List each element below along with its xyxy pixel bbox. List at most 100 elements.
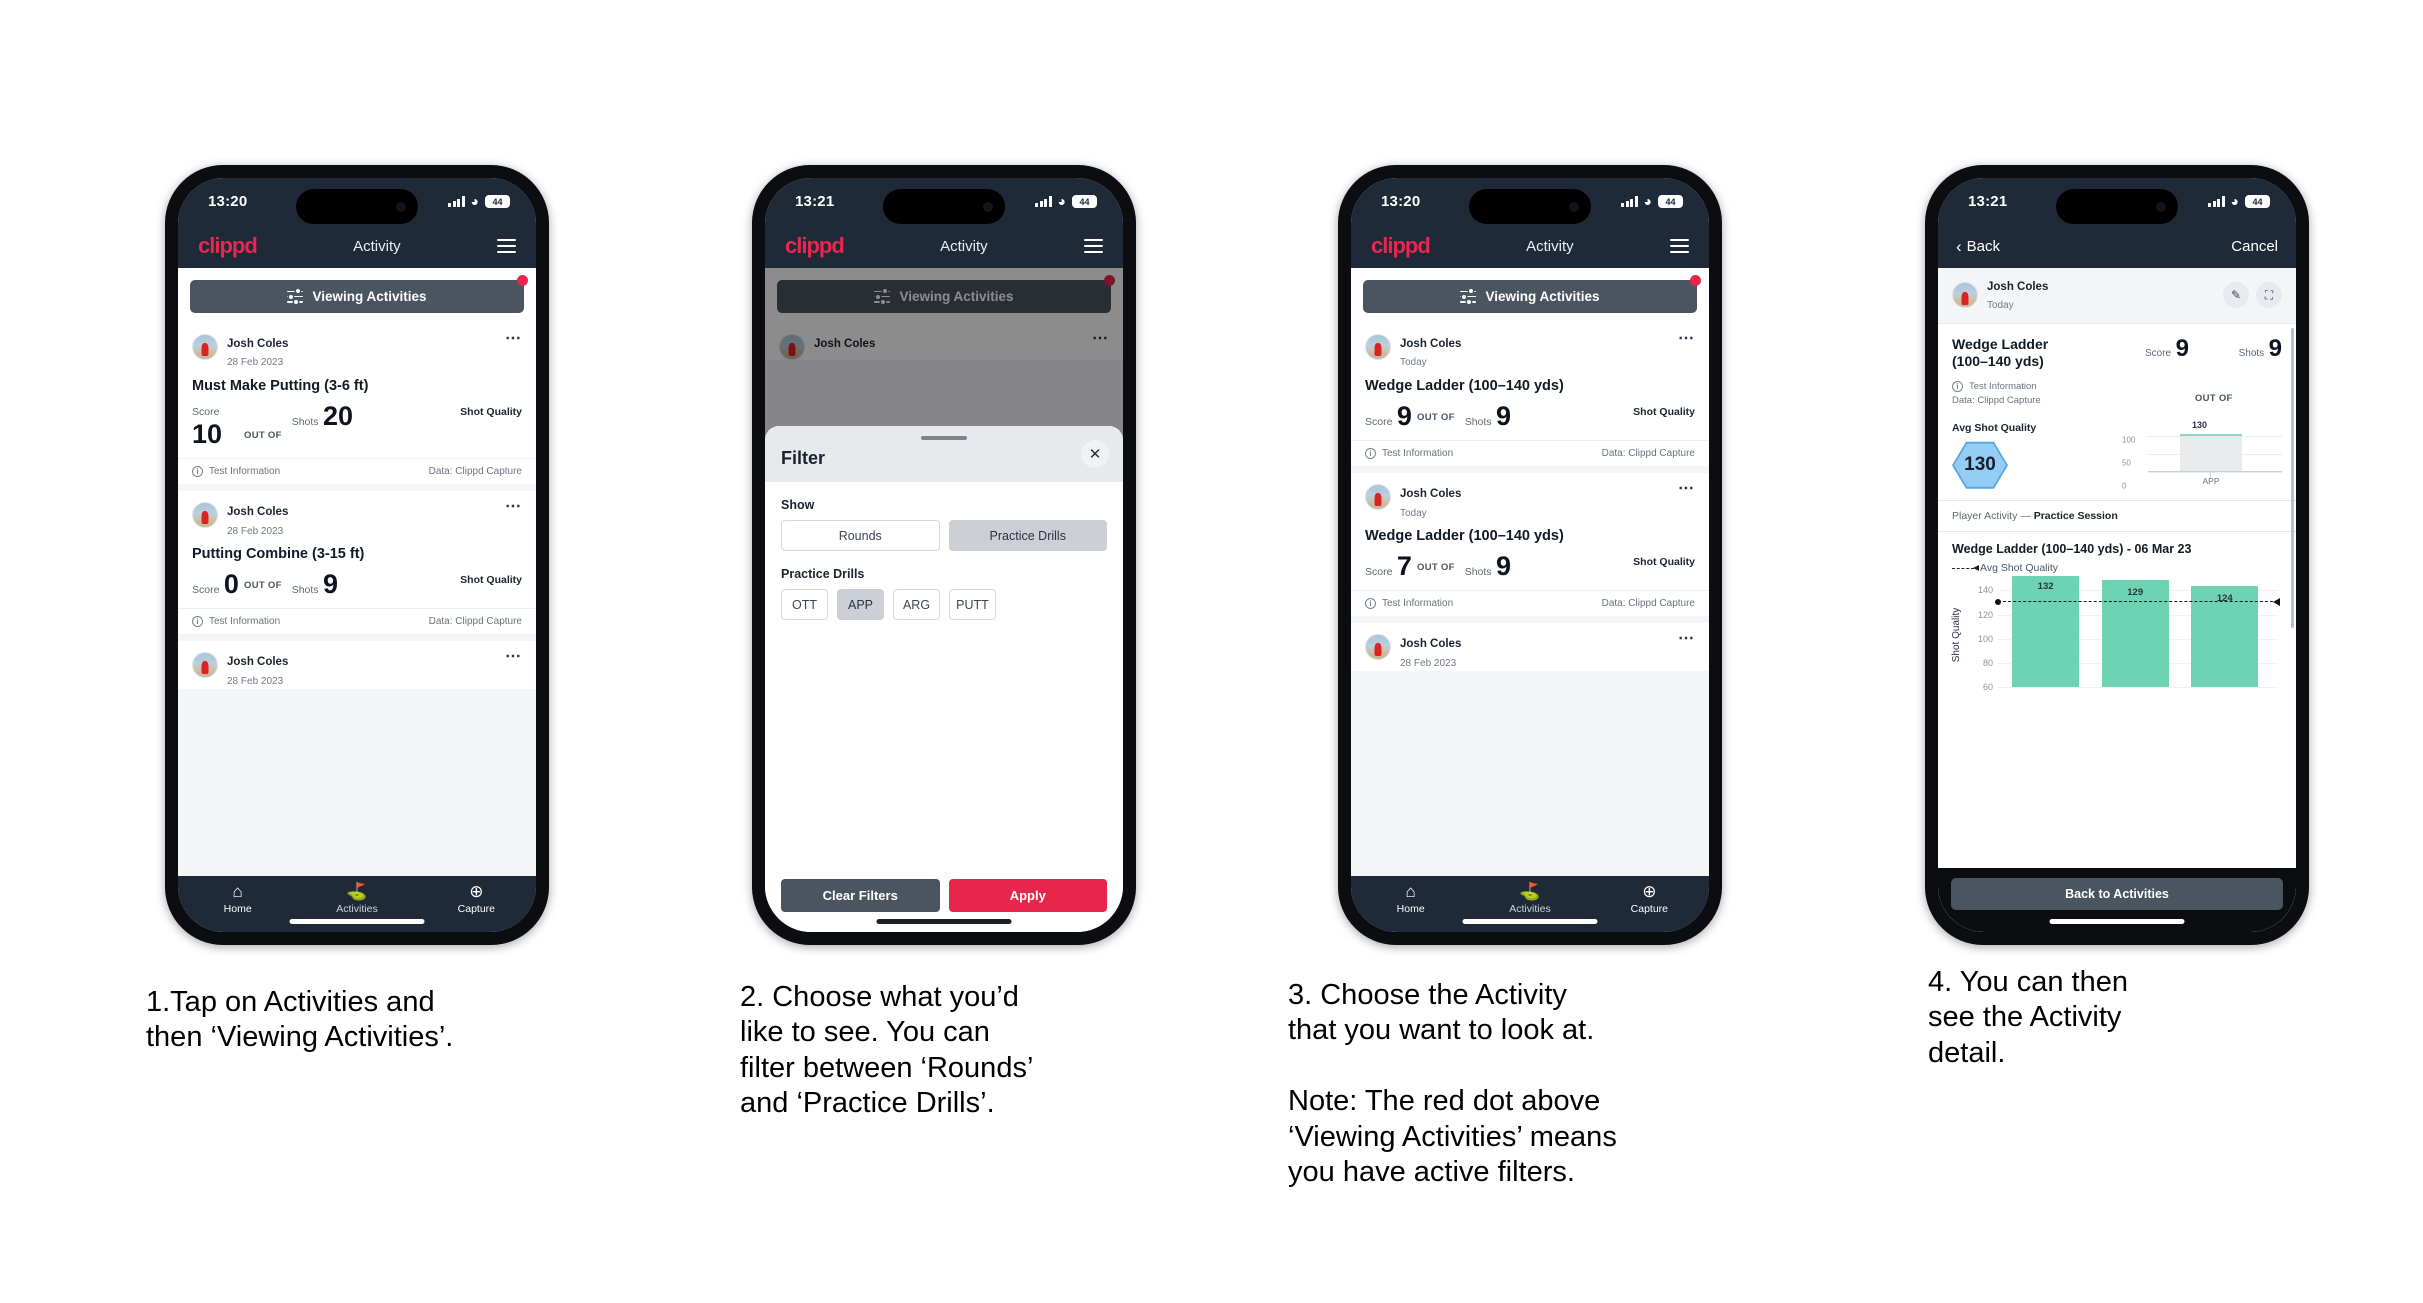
wifi-icon: ◕ (470, 193, 479, 209)
scrollbar[interactable] (2291, 328, 2294, 628)
golf-flag-icon: ⛳ (346, 882, 368, 901)
cellular-signal-icon (1035, 195, 1052, 207)
chart-legend: Avg Shot Quality (1952, 562, 2282, 574)
activity-card-partial[interactable]: Josh Coles 28 Feb 2023 ⋯ (1351, 623, 1709, 672)
section-strong: Practice Session (2033, 510, 2118, 523)
caption-step-2: 2. Choose what you’d like to see. You ca… (740, 981, 1034, 1120)
drag-handle[interactable] (921, 436, 967, 440)
shots-value: 9 (1496, 550, 1512, 581)
card-more-icon[interactable]: ⋯ (505, 499, 522, 514)
filter-bar-wrap: Viewing Activities (1351, 268, 1709, 323)
apply-button[interactable]: Apply (948, 879, 1107, 912)
filter-sheet-header: Filter ✕ (765, 426, 1123, 482)
home-icon: ⌂ (1405, 882, 1416, 901)
close-icon[interactable]: ✕ (1081, 440, 1109, 468)
filter-bar-label: Viewing Activities (312, 289, 427, 304)
chart-title: Wedge Ladder (100–140 yds) - 06 Mar 23 (1952, 542, 2192, 557)
card-more-icon[interactable]: ⋯ (505, 331, 522, 346)
hamburger-icon[interactable] (1083, 238, 1103, 254)
activity-card[interactable]: Josh Coles 28 Feb 2023 ⋯ Putting Combine… (178, 491, 536, 635)
app-header: clippd Activity (765, 224, 1123, 268)
filter-chip-arg[interactable]: ARG (893, 589, 940, 620)
activities-scroll[interactable]: Viewing Activities Josh Coles 28 Feb 202… (178, 268, 536, 876)
back-button[interactable]: ‹ Back (1956, 238, 2000, 255)
shots-label: Shots (291, 583, 319, 596)
clear-filters-button[interactable]: Clear Filters (781, 879, 940, 912)
show-group-label: Show (781, 498, 815, 512)
card-title: Must Make Putting (3-6 ft) (192, 377, 369, 394)
show-options: Rounds Practice Drills (781, 520, 1107, 551)
notch (296, 189, 418, 224)
filter-sheet-body: Show Rounds Practice Drills Practice Dri… (765, 482, 1123, 865)
home-indicator (1462, 919, 1598, 924)
hamburger-icon[interactable] (496, 238, 516, 254)
mini-ytick: 0 (2122, 481, 2127, 491)
filter-chip-app[interactable]: APP (837, 589, 884, 620)
tab-activities[interactable]: ⛳ Activities (1470, 883, 1589, 915)
card-title: Wedge Ladder (100–140 yds) (1365, 527, 1564, 544)
score-label: Score (1365, 415, 1393, 428)
tab-capture[interactable]: ⊕ Capture (1590, 883, 1709, 915)
chart-ytick: 100 (1977, 633, 1993, 644)
chevron-left-icon: ‹ (1956, 236, 1962, 256)
activity-card[interactable]: Josh Coles 28 Feb 2023 ⋯ Must Make Putti… (178, 323, 536, 485)
score-value: 9 (1396, 400, 1412, 431)
card-date: 28 Feb 2023 (227, 357, 284, 369)
tab-label: Home (223, 903, 252, 915)
filter-chip-putt[interactable]: PUTT (949, 589, 996, 620)
tab-capture[interactable]: ⊕ Capture (417, 883, 536, 915)
chart-ytick: 140 (1977, 585, 1993, 596)
detail-header: Josh Coles Today ✎ ⛶ (1938, 268, 2296, 324)
cancel-button[interactable]: Cancel (2231, 238, 2278, 255)
expand-icon[interactable]: ⛶ (2256, 282, 2282, 309)
card-more-icon[interactable]: ⋯ (1678, 631, 1695, 646)
status-time: 13:20 (208, 192, 248, 210)
activities-scroll[interactable]: Viewing Activities Josh Coles Today ⋯ We… (1351, 268, 1709, 876)
tab-home[interactable]: ⌂ Home (1351, 883, 1470, 915)
out-of-label: OUT OF (244, 580, 282, 592)
avg-line-swatch (1952, 565, 1979, 572)
home-indicator (2049, 919, 2185, 924)
pencil-icon[interactable]: ✎ (2223, 282, 2249, 309)
chart-ytick: 60 (1982, 682, 1993, 693)
card-more-icon[interactable]: ⋯ (505, 649, 522, 664)
shot-quality-label: Shot Quality (1633, 405, 1695, 418)
shot-quality-label: Shot Quality (460, 573, 522, 586)
score-label: Score (192, 405, 220, 418)
legend-label: Avg Shot Quality (1980, 562, 2059, 575)
shots-value: 9 (323, 568, 339, 599)
detail-scroll[interactable]: Josh Coles Today ✎ ⛶ Wedge Ladder (100–1… (1938, 268, 2296, 932)
page-title: Activity (1526, 237, 1574, 255)
back-to-activities-button[interactable]: Back to Activities (1951, 878, 2283, 910)
card-more-icon[interactable]: ⋯ (1678, 481, 1695, 496)
activity-card[interactable]: Josh Coles Today ⋯ Wedge Ladder (100–140… (1351, 473, 1709, 617)
notch (2056, 189, 2178, 224)
app-header: clippd Activity (1351, 224, 1709, 268)
activity-card-partial[interactable]: Josh Coles 28 Feb 2023 ⋯ (178, 641, 536, 690)
hamburger-icon[interactable] (1669, 238, 1689, 254)
wifi-icon: ◕ (1643, 193, 1652, 209)
card-date: 28 Feb 2023 (227, 525, 284, 537)
data-source-label: Data: Clippd Capture (1601, 448, 1695, 460)
mini-data-label: 130 (2192, 420, 2208, 431)
filter-chip-ott[interactable]: OTT (781, 589, 828, 620)
score-value: 10 (192, 418, 223, 449)
viewing-activities-button[interactable]: Viewing Activities (190, 280, 524, 313)
tab-home[interactable]: ⌂ Home (178, 883, 297, 915)
info-icon: i (1365, 598, 1376, 610)
active-filters-dot (1690, 275, 1701, 286)
tab-activities[interactable]: ⛳ Activities (297, 883, 416, 915)
viewing-activities-button[interactable]: Viewing Activities (1363, 280, 1697, 313)
back-label: Back (1966, 237, 2001, 255)
shots-label: Shots (291, 415, 319, 428)
home-icon: ⌂ (232, 882, 243, 901)
activity-card[interactable]: Josh Coles Today ⋯ Wedge Ladder (100–140… (1351, 323, 1709, 467)
card-more-icon[interactable]: ⋯ (1678, 331, 1695, 346)
clippd-logo: clippd (785, 233, 845, 258)
shots-label: Shots (1464, 415, 1492, 428)
battery-level: 44 (2245, 194, 2270, 208)
filter-chip-practice-drills[interactable]: Practice Drills (948, 520, 1107, 551)
shot-quality-label: Shot Quality (1633, 555, 1695, 568)
filter-chip-rounds[interactable]: Rounds (781, 520, 940, 551)
avatar (1365, 334, 1391, 360)
